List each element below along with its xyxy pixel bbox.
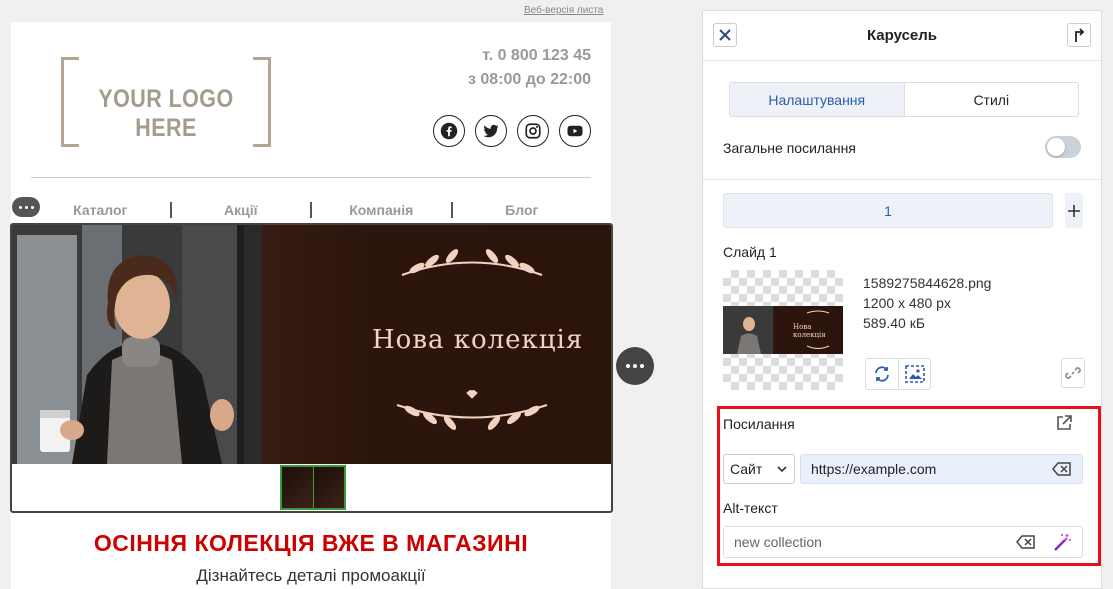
email-subline: Дізнайтесь деталі промоакції [196,566,426,585]
carousel-settings-panel: Карусель Налаштування Стилі Загальне пос… [702,10,1102,589]
nav-item-blog[interactable]: Блог [453,202,592,218]
email-headline: ОСІННЯ КОЛЕКЦІЯ ВЖЕ В МАГАЗИНІ [93,530,529,556]
nav-item-company[interactable]: Компанія [312,202,451,218]
link-type-select[interactable]: Сайт [723,454,795,484]
more-dot [640,364,644,368]
block-more-button[interactable] [616,347,654,385]
tab-styles[interactable]: Стилі [905,83,1079,116]
block-drag-handle[interactable] [12,197,40,217]
link-url-input[interactable]: https://example.com [800,454,1083,484]
phone-number: т. 0 800 123 45 [482,47,591,64]
select-parent-button[interactable] [1067,23,1091,47]
panel-title: Карусель [866,27,938,44]
magic-wand-icon[interactable] [1052,533,1072,553]
slide-image-preview[interactable]: Нова колекція [723,270,843,390]
edit-image-button[interactable] [898,359,930,389]
logo-placeholder[interactable]: YOUR LOGO HERE [61,57,271,147]
link-label: Посилання [723,416,795,432]
slide-tab-1[interactable]: 1 [723,193,1053,228]
drag-dot [18,205,22,209]
link-url-value: https://example.com [811,461,937,477]
preview-title: Нова колекція [793,323,826,339]
carousel-block[interactable]: Нова колекція [10,223,613,513]
clear-input-icon[interactable] [1016,535,1036,549]
chevron-down-icon [777,466,787,473]
file-size: 589.40 кБ [863,315,926,331]
external-link-icon [1057,415,1072,430]
link-image-button[interactable] [1061,358,1085,388]
more-dot [633,364,637,368]
open-link-button[interactable] [1055,414,1073,437]
preview-thumbnail: Нова колекція [723,306,843,354]
working-hours: з 08:00 до 22:00 [467,71,591,88]
link-type-value: Сайт [730,461,763,477]
general-link-label: Загальне посилання [723,140,856,156]
refresh-icon [875,366,889,382]
arrow-up-icon [1075,28,1085,42]
drag-dot [24,205,28,209]
replace-image-button[interactable] [866,359,898,389]
carousel-thumbnails [280,465,346,510]
slide-label: Слайд 1 [723,244,777,260]
instagram-icon[interactable] [517,115,549,147]
drag-dot [30,205,34,209]
panel-header: Карусель [703,11,1101,61]
carousel-thumbnail[interactable] [313,467,344,508]
plus-icon [1068,204,1080,217]
image-tools [865,358,931,390]
header-divider [31,177,591,178]
logo-text: YOUR LOGO HERE [98,85,234,142]
file-info: 1589275844628.png 1200 x 480 px 589.40 к… [863,273,991,333]
nav-item-promotions[interactable]: Акції [172,202,311,218]
toggle-knob [1047,138,1065,156]
carousel-banner-image[interactable]: Нова колекція [12,225,611,464]
twitter-icon[interactable] [475,115,507,147]
file-dimensions: 1200 x 480 px [863,295,951,311]
youtube-icon[interactable] [559,115,591,147]
contact-info: т. 0 800 123 45 з 08:00 до 22:00 [468,44,591,92]
add-slide-button[interactable] [1065,193,1083,228]
image-edit-icon [904,365,925,383]
alt-text-label: Alt-текст [723,500,778,516]
clear-input-icon[interactable] [1052,462,1072,476]
facebook-icon[interactable] [433,115,465,147]
tab-settings[interactable]: Налаштування [730,83,905,116]
web-version-link[interactable]: Веб-версія листа [524,5,603,16]
file-name: 1589275844628.png [863,275,992,291]
banner-title: Нова колекція [372,325,584,355]
general-link-toggle[interactable] [1045,136,1081,158]
social-links [433,115,591,147]
alt-text-input[interactable]: new collection [723,526,1083,558]
panel-tabs: Налаштування Стилі [729,82,1079,117]
more-dot [626,364,630,368]
section-divider [703,179,1101,180]
nav-item-catalog[interactable]: Каталог [31,202,170,218]
alt-text-value: new collection [734,534,822,550]
carousel-thumbnail[interactable] [282,467,313,508]
email-nav: Каталог Акції Компанія Блог [31,202,591,218]
link-icon [1065,367,1081,379]
